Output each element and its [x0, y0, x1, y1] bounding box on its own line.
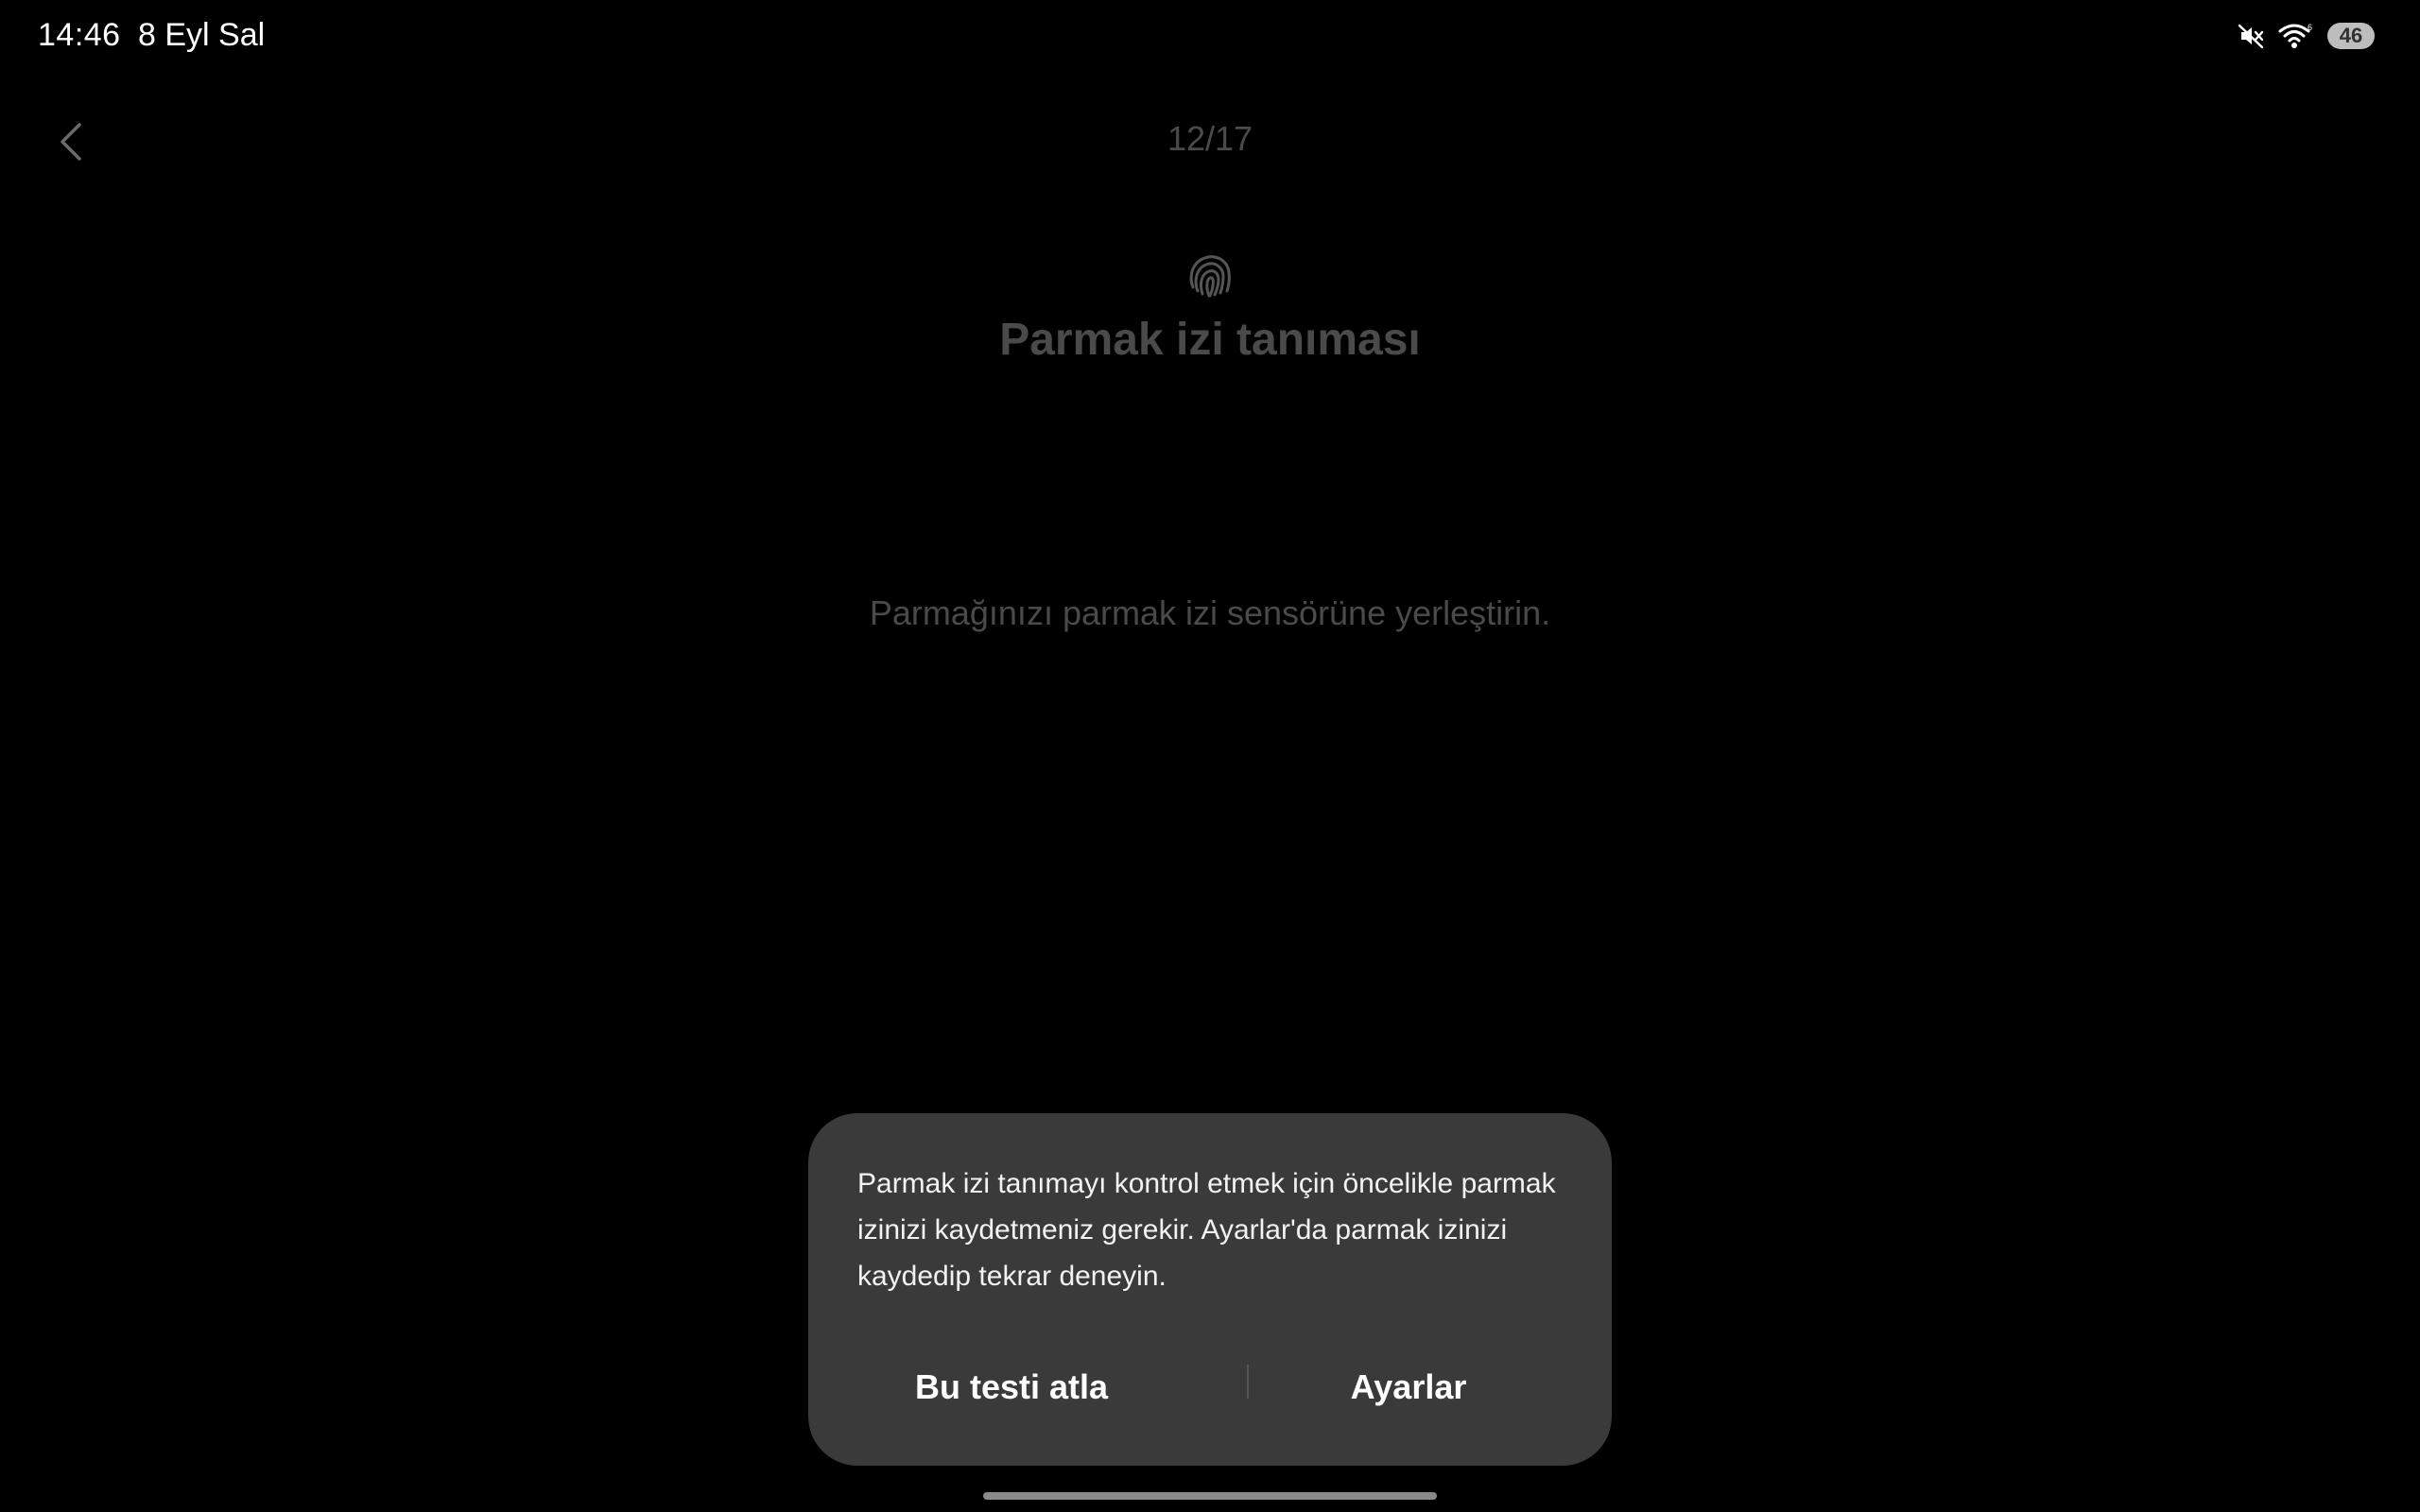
status-icons: 6 46	[2237, 19, 2375, 53]
enroll-fingerprint-dialog: Parmak izi tanımayı kontrol etmek için ö…	[808, 1113, 1612, 1466]
skip-test-button[interactable]: Bu testi atla	[837, 1349, 1186, 1425]
battery-icon: 46	[2327, 23, 2375, 49]
instruction-text: Parmağınızı parmak izi sensörüne yerleşt…	[869, 593, 1551, 632]
screen: 14:46 8 Eyl Sal 6 46 12/17 Parmak izi ta…	[0, 0, 2420, 1512]
status-time: 14:46	[38, 17, 121, 53]
page-title: Parmak izi tanıması	[999, 315, 1421, 365]
dialog-message: Parmak izi tanımayı kontrol etmek için ö…	[857, 1168, 1556, 1292]
svg-text:6: 6	[2308, 23, 2312, 32]
home-indicator[interactable]	[983, 1492, 1437, 1500]
wifi-icon: 6	[2278, 22, 2314, 50]
settings-button[interactable]: Ayarlar	[1234, 1349, 1583, 1425]
page-counter: 12/17	[1167, 119, 1253, 158]
status-date: 8 Eyl Sal	[138, 17, 266, 53]
mute-icon	[2237, 22, 2265, 50]
fingerprint-icon	[1189, 255, 1231, 298]
